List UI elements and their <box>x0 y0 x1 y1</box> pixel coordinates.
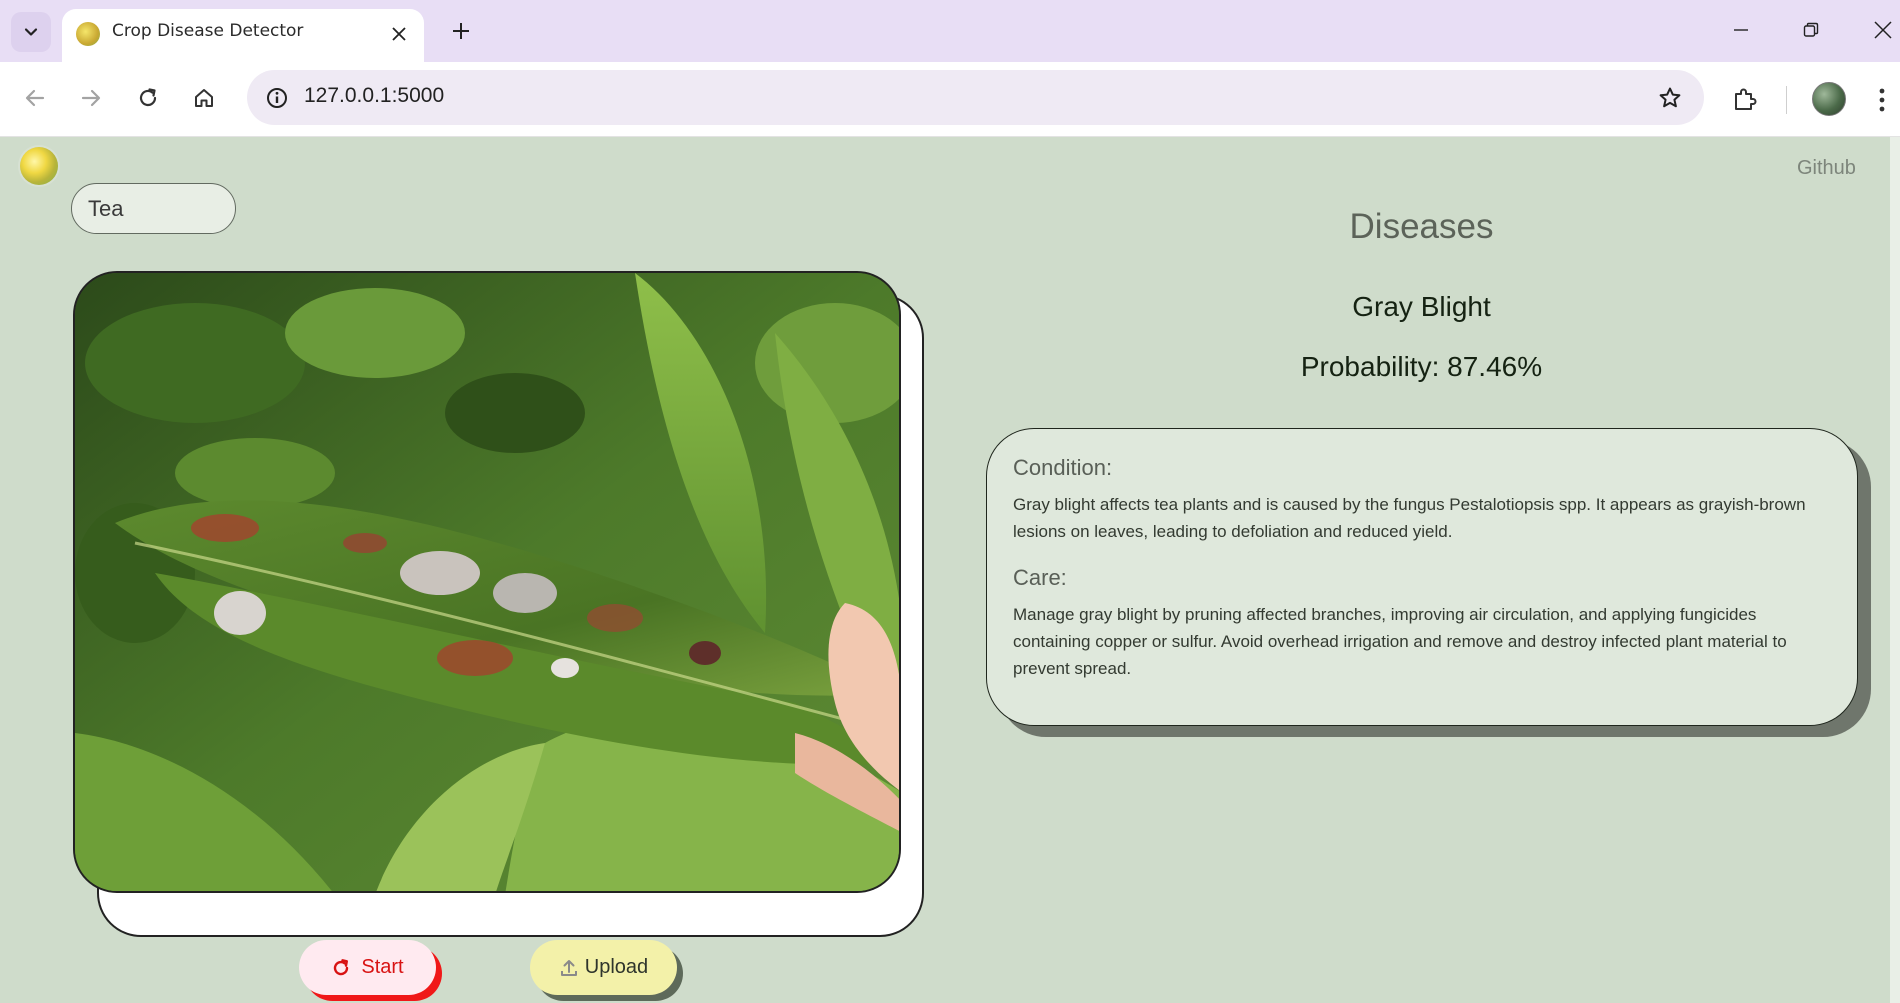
upload-icon <box>560 959 577 976</box>
close-icon <box>1874 21 1892 39</box>
crop-select[interactable]: Tea <box>71 183 236 234</box>
bookmark-star-icon[interactable] <box>1654 82 1686 114</box>
address-bar[interactable]: 127.0.0.1:5000 <box>247 70 1704 125</box>
care-text: Manage gray blight by pruning affected b… <box>1013 605 1787 678</box>
chevron-down-icon <box>24 28 38 36</box>
browser-tabstrip: Crop Disease Detector <box>0 0 1900 62</box>
probability-text: Probability: 87.46% <box>1300 351 1543 382</box>
reload-icon <box>139 88 157 107</box>
reload-button[interactable] <box>128 78 168 118</box>
page-content: Github Tea Start Upload Diseases Gray Bl… <box>0 137 1900 1003</box>
browser-toolbar: 127.0.0.1:5000 <box>0 62 1900 137</box>
window-minimize-button[interactable] <box>1718 10 1764 50</box>
crop-select-value: Tea <box>88 196 124 221</box>
browser-tab-active[interactable]: Crop Disease Detector <box>62 9 424 62</box>
site-info-icon[interactable] <box>261 82 293 114</box>
toolbar-divider <box>1786 86 1787 114</box>
browser-menu-button[interactable] <box>1870 82 1894 118</box>
puzzle-icon <box>1735 88 1757 110</box>
upload-button-label: Upload <box>584 956 649 978</box>
forward-button[interactable] <box>71 78 111 118</box>
leaf-image <box>73 271 901 893</box>
more-vertical-icon <box>1879 88 1885 112</box>
home-button[interactable] <box>184 78 224 118</box>
new-tab-button[interactable] <box>444 14 478 48</box>
close-tab-icon[interactable] <box>386 21 412 47</box>
condition-heading: Condition: <box>1013 455 1113 480</box>
plus-icon <box>453 23 469 39</box>
refresh-icon <box>334 958 349 975</box>
minimize-icon <box>1734 29 1748 31</box>
back-button[interactable] <box>15 78 55 118</box>
tab-title: Crop Disease Detector <box>112 21 304 41</box>
start-button-label: Start <box>361 956 404 978</box>
window-restore-button[interactable] <box>1788 10 1834 50</box>
care-heading: Care: <box>1013 565 1067 590</box>
tab-search-button[interactable] <box>11 12 51 52</box>
github-link[interactable]: Github <box>1797 157 1856 180</box>
start-button[interactable]: Start <box>299 940 436 995</box>
arrow-left-icon <box>25 89 45 107</box>
profile-avatar[interactable] <box>1812 82 1846 116</box>
condition-text: Gray blight affects tea plants and is ca… <box>1013 495 1806 541</box>
page-scrollbar[interactable] <box>1890 137 1900 1003</box>
extensions-button[interactable] <box>1725 79 1765 119</box>
window-close-button[interactable] <box>1860 10 1900 50</box>
upload-button[interactable]: Upload <box>530 940 677 995</box>
disease-name: Gray Blight <box>1352 291 1491 322</box>
arrow-right-icon <box>81 89 101 107</box>
favicon-icon <box>76 22 100 46</box>
url-text: 127.0.0.1:5000 <box>304 84 445 107</box>
diseases-heading: Diseases <box>1349 207 1494 246</box>
app-logo <box>20 147 58 185</box>
restore-icon <box>1803 22 1819 37</box>
home-icon <box>195 89 213 107</box>
disease-info-card: Condition: Gray blight affects tea plant… <box>986 428 1858 726</box>
